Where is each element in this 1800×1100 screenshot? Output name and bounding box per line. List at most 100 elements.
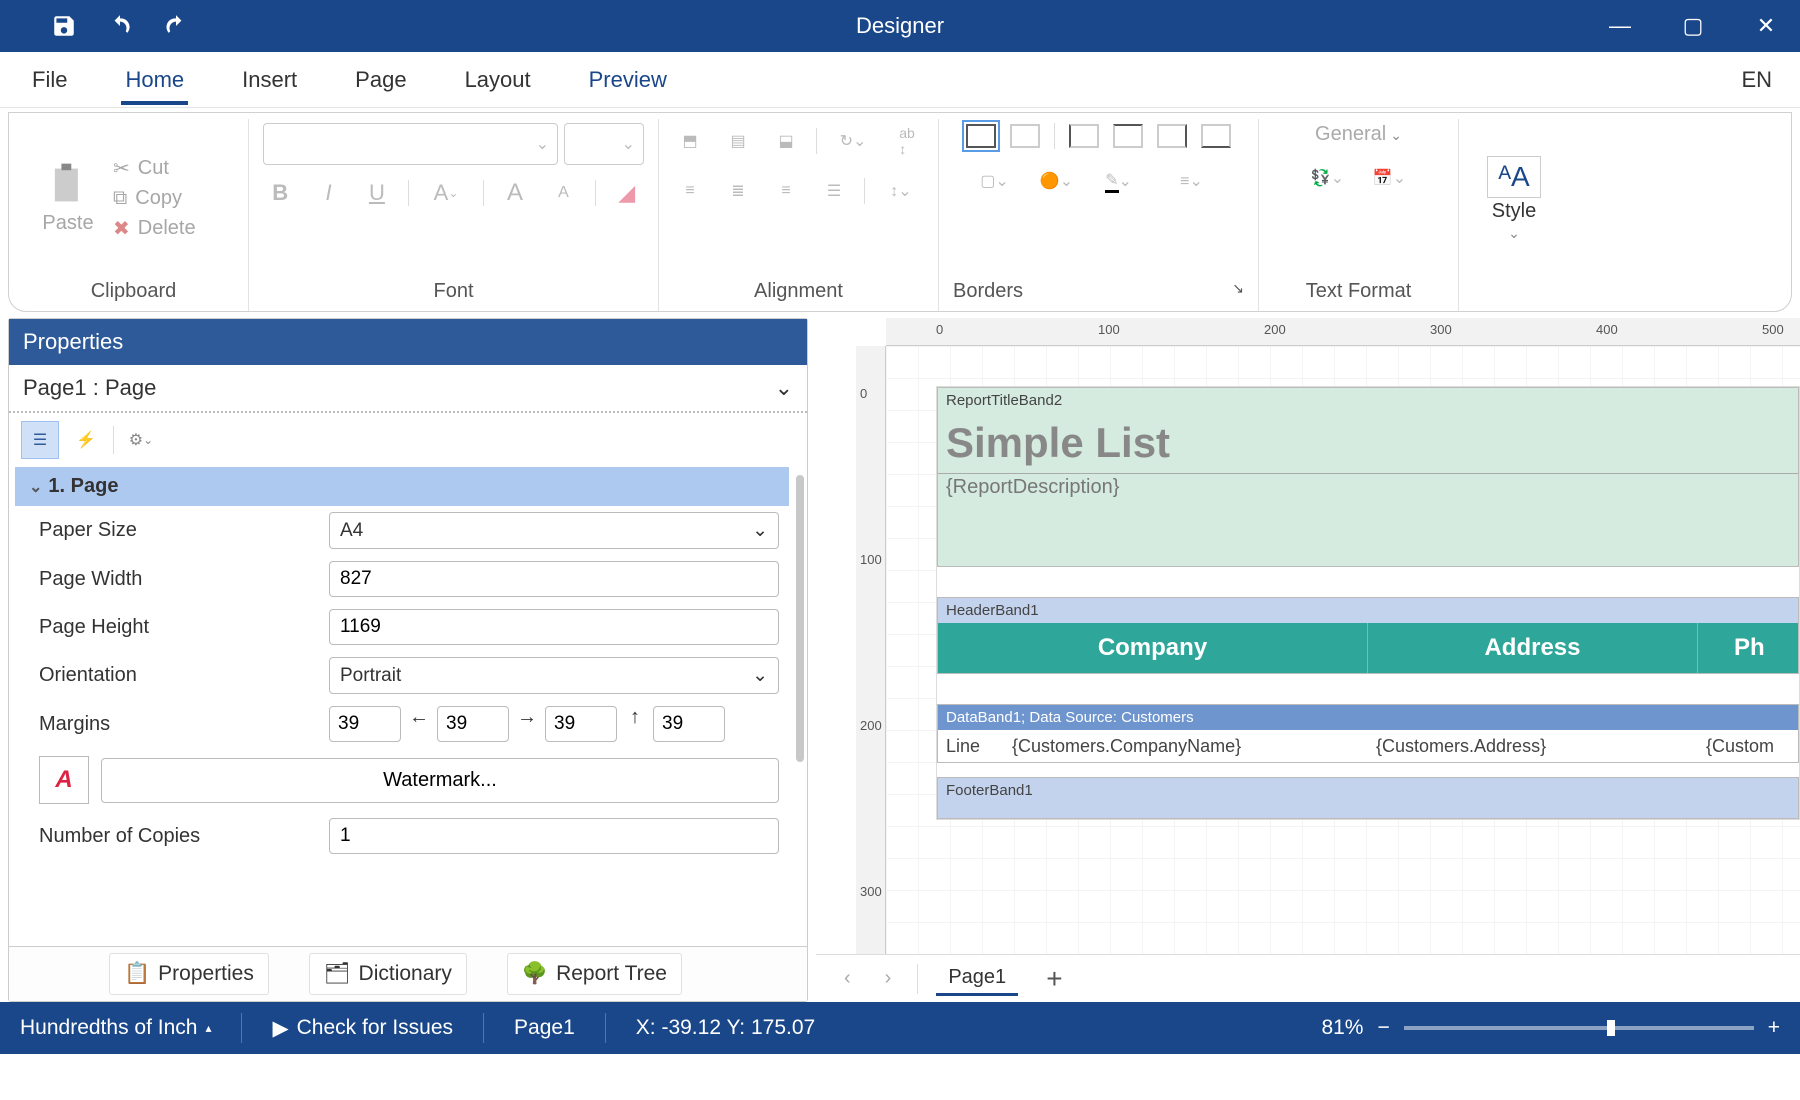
next-page-button[interactable]: › [877, 967, 900, 990]
tab-page[interactable]: Page [351, 61, 410, 99]
check-issues-button[interactable]: ▶Check for Issues [272, 1016, 453, 1041]
quick-access-toolbar [0, 6, 200, 46]
rotate-button[interactable]: ↻⌄ [829, 123, 877, 159]
data-band[interactable]: DataBand1; Data Source: Customers Line {… [937, 704, 1799, 763]
border-right-icon[interactable] [1157, 124, 1187, 148]
font-size-select[interactable]: ⌄ [564, 123, 644, 165]
header-address[interactable]: Address [1368, 623, 1698, 673]
clear-format-button[interactable]: ◢ [610, 175, 644, 211]
canvas[interactable]: ReportTitleBand2 Simple List {ReportDesc… [886, 346, 1800, 962]
save-button[interactable] [40, 6, 88, 46]
zoom-out-button[interactable]: − [1377, 1016, 1389, 1040]
prev-page-button[interactable]: ‹ [836, 967, 859, 990]
group-alignment: ⬒ ▤ ⬓ ↻⌄ ab↕ ≡ ≣ ≡ ☰ ↕⌄ Alignment [659, 119, 939, 311]
delete-button[interactable]: ✖Delete [109, 214, 200, 243]
watermark-button[interactable]: Watermark... [101, 758, 779, 803]
settings-button[interactable]: ⚙⌄ [122, 421, 160, 459]
margin-bottom-input[interactable] [653, 706, 725, 742]
border-left-icon[interactable] [1069, 124, 1099, 148]
events-view-button[interactable]: ⚡ [67, 421, 105, 459]
tab-home[interactable]: Home [121, 61, 188, 99]
tab-dictionary[interactable]: 🗂Dictionary [309, 953, 467, 995]
arrow-left-icon: ← [407, 706, 431, 742]
copies-input[interactable] [329, 818, 779, 854]
text-direction-icon[interactable]: ab↕ [889, 123, 925, 159]
grow-font-button[interactable]: A [498, 175, 532, 211]
report-title-band[interactable]: ReportTitleBand2 Simple List {ReportDesc… [937, 387, 1799, 567]
page-tab-page1[interactable]: Page1 [936, 962, 1018, 996]
report-description-text[interactable]: {ReportDescription} [938, 473, 1798, 501]
data-custom[interactable]: {Custom [1698, 736, 1798, 757]
underline-button[interactable]: U [360, 175, 394, 211]
align-right-icon[interactable]: ≡ [768, 173, 804, 209]
shadow-button[interactable]: ▢⌄ [971, 163, 1019, 199]
margin-left-input[interactable] [329, 706, 401, 742]
tab-properties[interactable]: 📋Properties [109, 953, 269, 995]
copy-button[interactable]: ⧉Copy [109, 185, 200, 212]
vertical-scrollbar[interactable] [796, 475, 804, 762]
align-top-icon[interactable]: ⬒ [672, 123, 708, 159]
categorized-view-button[interactable]: ☰ [21, 421, 59, 459]
footer-band[interactable]: FooterBand1 [937, 777, 1799, 819]
zoom-in-button[interactable]: + [1768, 1016, 1780, 1040]
justify-icon[interactable]: ☰ [816, 173, 852, 209]
align-center-icon[interactable]: ≣ [720, 173, 756, 209]
category-page[interactable]: 1. Page [15, 467, 789, 506]
tab-layout[interactable]: Layout [461, 61, 535, 99]
report-page[interactable]: ReportTitleBand2 Simple List {ReportDesc… [936, 386, 1800, 820]
font-color-button[interactable]: A⌄ [423, 175, 469, 211]
data-company[interactable]: {Customers.CompanyName} [1004, 736, 1368, 757]
margin-top-input[interactable] [545, 706, 617, 742]
line-spacing-button[interactable]: ↕⌄ [877, 173, 925, 209]
close-button[interactable]: ✕ [1742, 6, 1790, 46]
font-family-select[interactable]: ⌄ [263, 123, 558, 165]
report-title-text[interactable]: Simple List [938, 413, 1798, 473]
fill-button[interactable]: 🟠⌄ [1033, 163, 1081, 199]
add-page-button[interactable]: + [1036, 963, 1072, 995]
shrink-font-button[interactable]: A [546, 175, 580, 211]
units-selector[interactable]: Hundredths of Inch▴ [20, 1016, 211, 1040]
cut-button[interactable]: ✂Cut [109, 154, 200, 183]
bold-button[interactable]: B [263, 175, 297, 211]
border-style-button[interactable]: ≡⌄ [1157, 163, 1227, 199]
data-line[interactable]: Line [938, 736, 1004, 757]
properties-panel: Properties Page1 : Page ⌄ ☰ ⚡ ⚙⌄ 1. Page… [8, 318, 808, 1002]
header-phone[interactable]: Ph [1698, 623, 1798, 673]
currency-format-icon[interactable]: 💱⌄ [1304, 160, 1352, 196]
header-company[interactable]: Company [938, 623, 1368, 673]
tab-preview[interactable]: Preview [585, 61, 671, 99]
header-band[interactable]: HeaderBand1 Company Address Ph [937, 597, 1799, 674]
paper-size-select[interactable]: A4⌄ [329, 512, 779, 549]
tab-insert[interactable]: Insert [238, 61, 301, 99]
redo-button[interactable] [152, 6, 200, 46]
align-bottom-icon[interactable]: ⬓ [768, 123, 804, 159]
page-width-input[interactable] [329, 561, 779, 597]
italic-button[interactable]: I [311, 175, 345, 211]
zoom-slider[interactable] [1404, 1026, 1754, 1030]
tab-file[interactable]: File [28, 61, 71, 99]
maximize-button[interactable]: ▢ [1669, 6, 1717, 46]
align-left-icon[interactable]: ≡ [672, 173, 708, 209]
borders-dialog-icon[interactable]: ↘ [1232, 280, 1244, 303]
undo-button[interactable] [96, 6, 144, 46]
orientation-select[interactable]: Portrait⌄ [329, 657, 779, 694]
language-indicator[interactable]: EN [1741, 67, 1772, 93]
style-button[interactable]: ᴬA Style ⌄ [1487, 156, 1540, 242]
border-bottom-icon[interactable] [1201, 124, 1231, 148]
data-address[interactable]: {Customers.Address} [1368, 736, 1698, 757]
page-tabs: ‹ › Page1 + [816, 954, 1800, 1002]
border-none-icon[interactable] [1010, 124, 1040, 148]
selection-dropdown[interactable]: Page1 : Page ⌄ [9, 365, 807, 413]
minimize-button[interactable]: — [1596, 6, 1644, 46]
panel-body: 1. Page Paper Size A4⌄ Page Width Page H… [9, 467, 807, 946]
border-all-icon[interactable] [966, 124, 996, 148]
align-middle-icon[interactable]: ▤ [720, 123, 756, 159]
border-top-icon[interactable] [1113, 124, 1143, 148]
paste-button[interactable]: Paste [33, 162, 103, 235]
date-format-icon[interactable]: 📅⌄ [1366, 160, 1414, 196]
border-color-button[interactable]: ✎⌄ [1095, 163, 1143, 199]
tab-report-tree[interactable]: 🌳Report Tree [507, 953, 682, 995]
page-height-input[interactable] [329, 609, 779, 645]
margin-right-input[interactable] [437, 706, 509, 742]
format-general-select[interactable]: General [1315, 123, 1402, 146]
